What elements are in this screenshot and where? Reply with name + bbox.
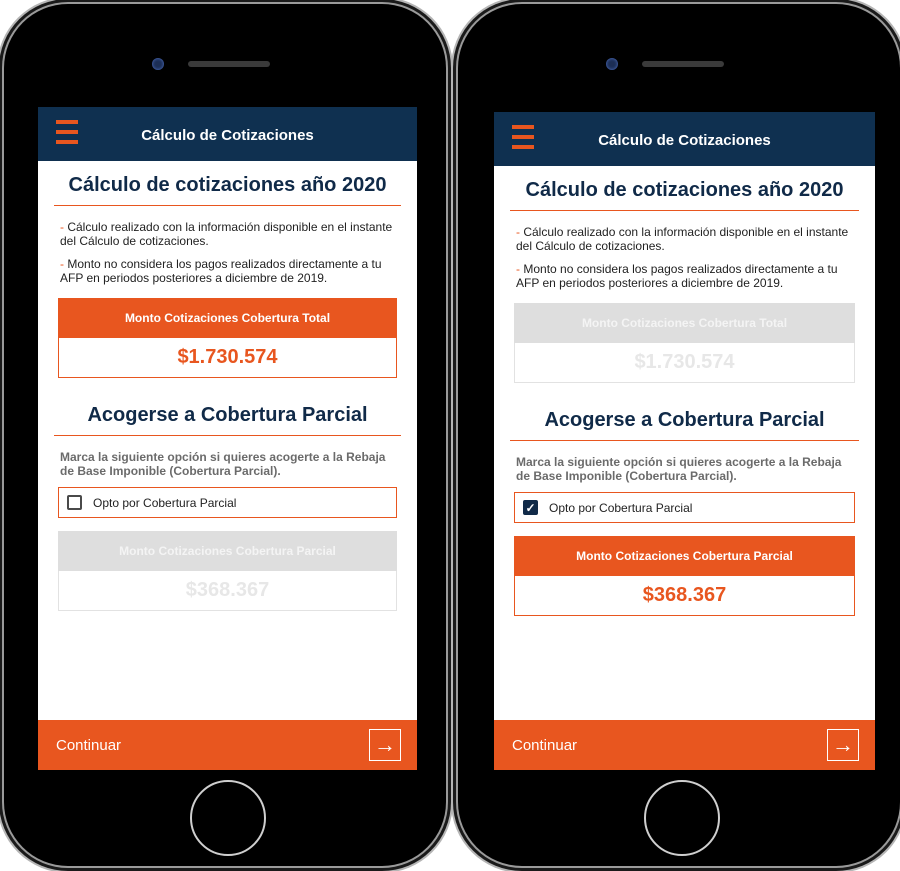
app-header: Cálculo de Cotizaciones xyxy=(494,112,875,166)
speaker-grille xyxy=(642,61,724,67)
total-coverage-box: Monto Cotizaciones Cobertura Total $1.73… xyxy=(58,298,397,378)
total-coverage-label: Monto Cotizaciones Cobertura Total xyxy=(514,303,855,343)
home-button[interactable] xyxy=(644,780,720,856)
note-item: - Monto no considera los pagos realizado… xyxy=(60,257,382,285)
info-notes: - Cálculo realizado con la información d… xyxy=(38,206,417,285)
partial-coverage-amount: $368.367 xyxy=(58,571,397,611)
note-item: - Monto no considera los pagos realizado… xyxy=(516,262,838,290)
note-item: - Cálculo realizado con la información d… xyxy=(516,225,849,253)
speaker-grille xyxy=(188,61,270,67)
note-item: - Cálculo realizado con la información d… xyxy=(60,220,393,248)
partial-coverage-option[interactable]: Opto por Cobertura Parcial xyxy=(58,487,397,518)
partial-coverage-label: Monto Cotizaciones Cobertura Parcial xyxy=(58,531,397,571)
partial-coverage-box: Monto Cotizaciones Cobertura Parcial $36… xyxy=(58,531,397,611)
app-header: Cálculo de Cotizaciones xyxy=(38,107,417,161)
camera-icon xyxy=(606,58,618,70)
arrow-right-icon[interactable]: → xyxy=(827,729,859,761)
partial-coverage-amount: $368.367 xyxy=(514,576,855,616)
info-notes: - Cálculo realizado con la información d… xyxy=(494,211,875,290)
app-header-title: Cálculo de Cotizaciones xyxy=(598,132,771,149)
continue-button[interactable]: Continuar → xyxy=(38,720,417,770)
app-header-title: Cálculo de Cotizaciones xyxy=(141,127,314,144)
continue-label: Continuar xyxy=(56,736,122,754)
app-screen-unchecked: Cálculo de Cotizaciones Cálculo de cotiz… xyxy=(38,107,417,770)
partial-coverage-heading: Acogerse a Cobertura Parcial xyxy=(510,383,859,441)
partial-coverage-label: Monto Cotizaciones Cobertura Parcial xyxy=(514,536,855,576)
phone-frame-left: Cálculo de Cotizaciones Cálculo de cotiz… xyxy=(4,4,446,866)
partial-coverage-option[interactable]: ✓ Opto por Cobertura Parcial xyxy=(514,492,855,523)
arrow-right-icon[interactable]: → xyxy=(369,729,401,761)
app-screen-checked: Cálculo de Cotizaciones Cálculo de cotiz… xyxy=(494,112,875,770)
total-coverage-amount: $1.730.574 xyxy=(58,338,397,378)
page-title: Cálculo de cotizaciones año 2020 xyxy=(510,166,859,211)
continue-button[interactable]: Continuar → xyxy=(494,720,875,770)
checkmark-icon: ✓ xyxy=(525,500,536,515)
partial-coverage-option-label: Opto por Cobertura Parcial xyxy=(549,500,693,515)
partial-coverage-checkbox[interactable] xyxy=(67,495,82,510)
camera-icon xyxy=(152,58,164,70)
home-button[interactable] xyxy=(190,780,266,856)
continue-label: Continuar xyxy=(512,736,578,754)
page-title: Cálculo de cotizaciones año 2020 xyxy=(54,161,401,206)
partial-coverage-description: Marca la siguiente opción si quieres aco… xyxy=(60,450,386,478)
total-coverage-amount: $1.730.574 xyxy=(514,343,855,383)
partial-coverage-checkbox[interactable]: ✓ xyxy=(523,500,538,515)
partial-coverage-box: Monto Cotizaciones Cobertura Parcial $36… xyxy=(514,536,855,616)
total-coverage-box: Monto Cotizaciones Cobertura Total $1.73… xyxy=(514,303,855,383)
partial-coverage-description: Marca la siguiente opción si quieres aco… xyxy=(516,455,842,483)
partial-coverage-heading: Acogerse a Cobertura Parcial xyxy=(54,378,401,436)
total-coverage-label: Monto Cotizaciones Cobertura Total xyxy=(58,298,397,338)
phone-frame-right: Cálculo de Cotizaciones Cálculo de cotiz… xyxy=(458,4,900,866)
partial-coverage-option-label: Opto por Cobertura Parcial xyxy=(93,495,237,510)
